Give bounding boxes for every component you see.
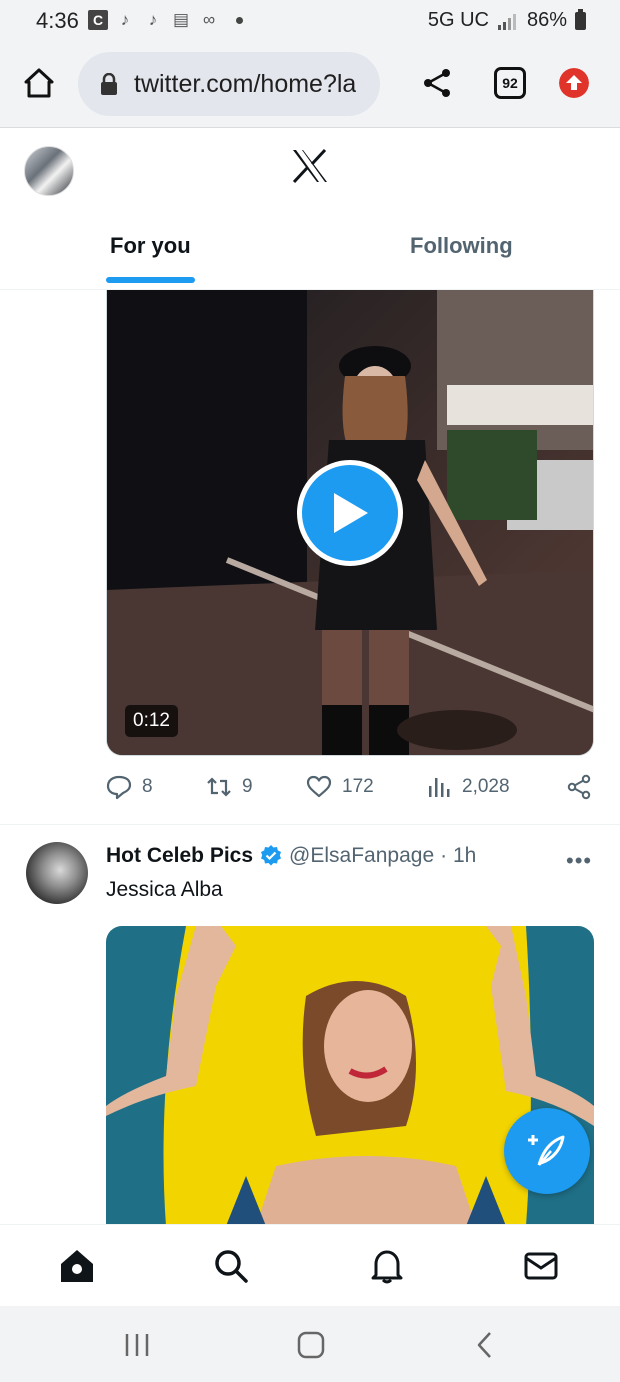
mail-icon[interactable] xyxy=(522,1247,560,1285)
url-text: twitter.com/home?la xyxy=(134,69,357,98)
views-button[interactable]: 2,028 xyxy=(426,774,510,800)
reply-button[interactable]: 8 xyxy=(106,774,153,800)
status-bar: 4:36 C ♪ ♪ ▤ ∞ 5G UC 86% xyxy=(0,0,620,42)
share-icon xyxy=(567,774,591,800)
play-button[interactable] xyxy=(297,460,403,566)
home-icon[interactable] xyxy=(58,1247,96,1285)
compose-tweet-button[interactable] xyxy=(504,1108,590,1194)
heart-icon xyxy=(306,775,332,798)
author-handle[interactable]: @ElsaFanpage xyxy=(289,844,434,868)
share-button[interactable] xyxy=(566,774,592,800)
news-icon: ▤ xyxy=(172,10,190,29)
reply-count: 8 xyxy=(142,776,153,797)
tab-for-you[interactable]: For you xyxy=(0,223,300,283)
bottom-navigation xyxy=(0,1224,620,1306)
twitter-header: For you Following xyxy=(0,128,620,290)
views-icon xyxy=(429,778,450,797)
like-count: 172 xyxy=(342,776,374,797)
signal-icon xyxy=(497,13,516,30)
status-right: 5G UC 86% xyxy=(427,8,586,32)
tweet-actions: 8 9 172 2,028 xyxy=(106,774,594,810)
lock-icon xyxy=(101,73,117,95)
tab-switcher-button[interactable]: 92 xyxy=(494,67,526,99)
retweet-icon xyxy=(207,777,231,797)
battery-icon xyxy=(575,8,586,30)
tab-following[interactable]: Following xyxy=(310,223,610,283)
more-notifications-icon xyxy=(236,16,243,24)
share-icon[interactable] xyxy=(420,66,454,100)
search-icon[interactable] xyxy=(212,1247,250,1285)
tweet-divider xyxy=(0,824,620,825)
status-time: 4:36 xyxy=(36,8,79,33)
tab-following-label: Following xyxy=(410,233,513,258)
c-app-icon: C xyxy=(88,10,108,30)
more-options-icon[interactable]: ••• xyxy=(566,848,592,874)
home-icon[interactable] xyxy=(296,1330,326,1360)
battery-label: 86% xyxy=(526,9,567,31)
tweet-author-line: Hot Celeb Pics @ElsaFanpage · 1h xyxy=(106,844,476,868)
retweet-count: 9 xyxy=(242,776,253,797)
author-name[interactable]: Hot Celeb Pics xyxy=(106,844,253,868)
tiktok-icon: ♪ xyxy=(148,10,158,29)
browser-toolbar: twitter.com/home?la 92 xyxy=(0,42,620,128)
tab-for-you-label: For you xyxy=(110,233,191,258)
notification-icons: C ♪ ♪ ▤ ∞ xyxy=(88,9,243,31)
compose-icon xyxy=(528,1135,565,1166)
network-label: 5G UC xyxy=(427,9,489,31)
active-tab-indicator xyxy=(106,277,195,283)
tweet-time: · 1h xyxy=(440,844,477,867)
view-count: 2,028 xyxy=(462,776,510,797)
address-bar[interactable]: twitter.com/home?la xyxy=(78,52,380,116)
recent-apps-icon[interactable] xyxy=(122,1330,152,1360)
profile-avatar[interactable] xyxy=(24,146,74,196)
voicemail-icon: ∞ xyxy=(202,10,216,29)
video-duration: 0:12 xyxy=(125,705,178,737)
home-icon[interactable] xyxy=(22,66,56,100)
retweet-button[interactable]: 9 xyxy=(206,774,253,800)
x-logo-icon[interactable] xyxy=(290,148,330,184)
bell-icon[interactable] xyxy=(368,1247,406,1285)
upload-icon[interactable] xyxy=(559,68,589,98)
like-button[interactable]: 172 xyxy=(306,774,374,800)
tiktok-icon: ♪ xyxy=(120,10,130,29)
tweet-text: Jessica Alba xyxy=(106,878,223,901)
android-navigation-bar xyxy=(0,1306,620,1382)
back-icon[interactable] xyxy=(470,1330,500,1360)
reply-icon xyxy=(106,775,132,800)
tweet-video[interactable]: 0:12 xyxy=(106,290,594,756)
play-icon xyxy=(334,493,368,533)
verified-badge-icon xyxy=(261,845,282,866)
author-avatar[interactable] xyxy=(26,842,88,904)
